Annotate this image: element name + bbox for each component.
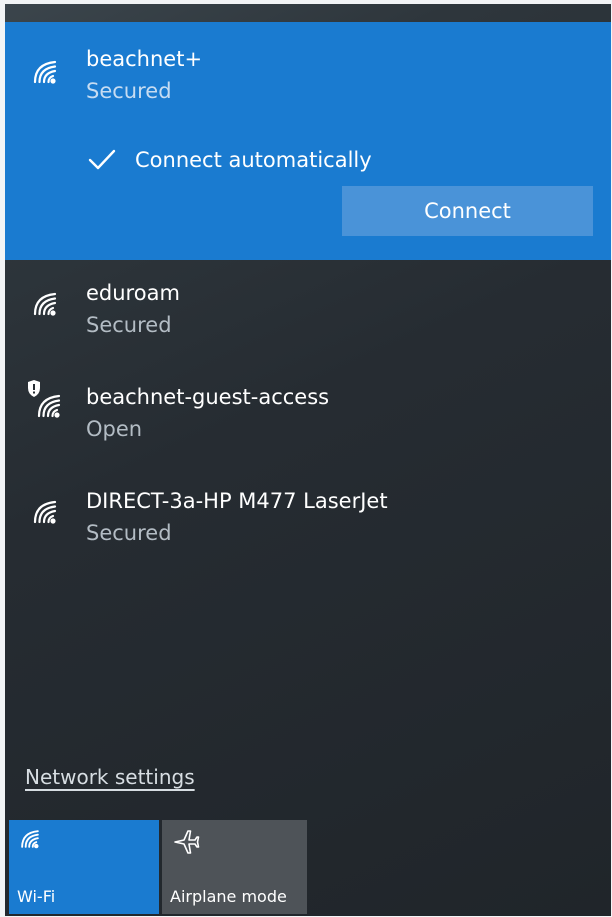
- wifi-signal-icon: [31, 58, 59, 86]
- wifi-signal-icon: [31, 290, 59, 318]
- network-name: beachnet-guest-access: [86, 385, 330, 409]
- wifi-icon: [19, 828, 41, 854]
- checkmark-icon: [87, 148, 117, 172]
- network-flyout: beachnet+ Secured Connect automatically …: [5, 4, 611, 916]
- network-settings-link[interactable]: Network settings: [25, 765, 195, 789]
- network-status: Secured: [86, 313, 172, 337]
- network-status: Open: [86, 417, 143, 441]
- connect-automatically-checkbox[interactable]: Connect automatically: [87, 144, 372, 176]
- network-name: eduroam: [86, 281, 180, 305]
- network-list-item[interactable]: DIRECT-3a-HP M477 LaserJet Secured: [5, 474, 611, 564]
- wifi-quick-action-tile[interactable]: Wi-Fi: [9, 820, 159, 914]
- connect-button[interactable]: Connect: [342, 186, 593, 236]
- network-list-item[interactable]: beachnet-guest-access Open: [5, 370, 611, 460]
- connect-automatically-label: Connect automatically: [135, 148, 372, 172]
- selected-network-card[interactable]: beachnet+ Secured Connect automatically …: [5, 22, 611, 260]
- wifi-signal-icon: [31, 498, 59, 526]
- network-name: DIRECT-3a-HP M477 LaserJet: [86, 489, 388, 513]
- airplane-icon: [172, 828, 200, 860]
- network-status: Secured: [86, 79, 172, 103]
- airplane-mode-quick-action-tile[interactable]: Airplane mode: [162, 820, 307, 914]
- wifi-open-shield-icon: [25, 380, 65, 422]
- network-list-item[interactable]: eduroam Secured: [5, 266, 611, 356]
- network-status: Secured: [86, 521, 172, 545]
- wifi-tile-label: Wi-Fi: [17, 887, 56, 906]
- airplane-mode-tile-label: Airplane mode: [170, 887, 287, 906]
- network-name: beachnet+: [86, 47, 203, 71]
